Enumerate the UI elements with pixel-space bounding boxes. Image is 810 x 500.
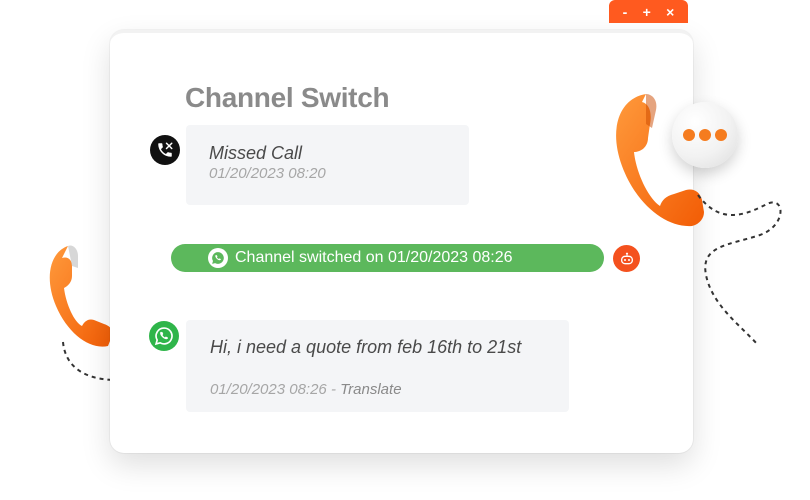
message-bubble-whatsapp: Hi, i need a quote from feb 16th to 21st… [186,320,569,412]
translate-link[interactable]: Translate [340,381,401,398]
meta-separator: - [326,381,341,398]
message-text: Missed Call [209,143,303,163]
whatsapp-icon [208,248,228,268]
typing-dots-icon [672,102,738,168]
maximize-button[interactable]: + [643,5,651,19]
stage: - + × Channel Switch Missed Call 01/20/2… [0,0,810,500]
message-timestamp: 01/20/2023 08:26 [210,381,327,398]
channel-switch-banner: Channel switched on 01/20/2023 08:26 [171,244,604,272]
window-controls: - + × [609,0,688,23]
whatsapp-icon [149,321,179,351]
message-meta: 01/20/2023 08:26 - Translate [210,381,402,398]
bot-icon[interactable] [613,245,640,272]
close-button[interactable]: × [666,5,674,19]
dashed-line-decoration [697,194,782,346]
channel-switch-text: Channel switched on 01/20/2023 08:26 [235,249,513,266]
message-text: Hi, i need a quote from feb 16th to 21st [210,337,522,357]
page-title: Channel Switch [185,82,390,113]
message-timestamp: 01/20/2023 08:20 [209,165,326,182]
missed-call-icon [150,135,180,165]
message-bubble-missed-call: Missed Call 01/20/2023 08:20 [186,125,469,205]
minimize-button[interactable]: - [623,5,628,19]
